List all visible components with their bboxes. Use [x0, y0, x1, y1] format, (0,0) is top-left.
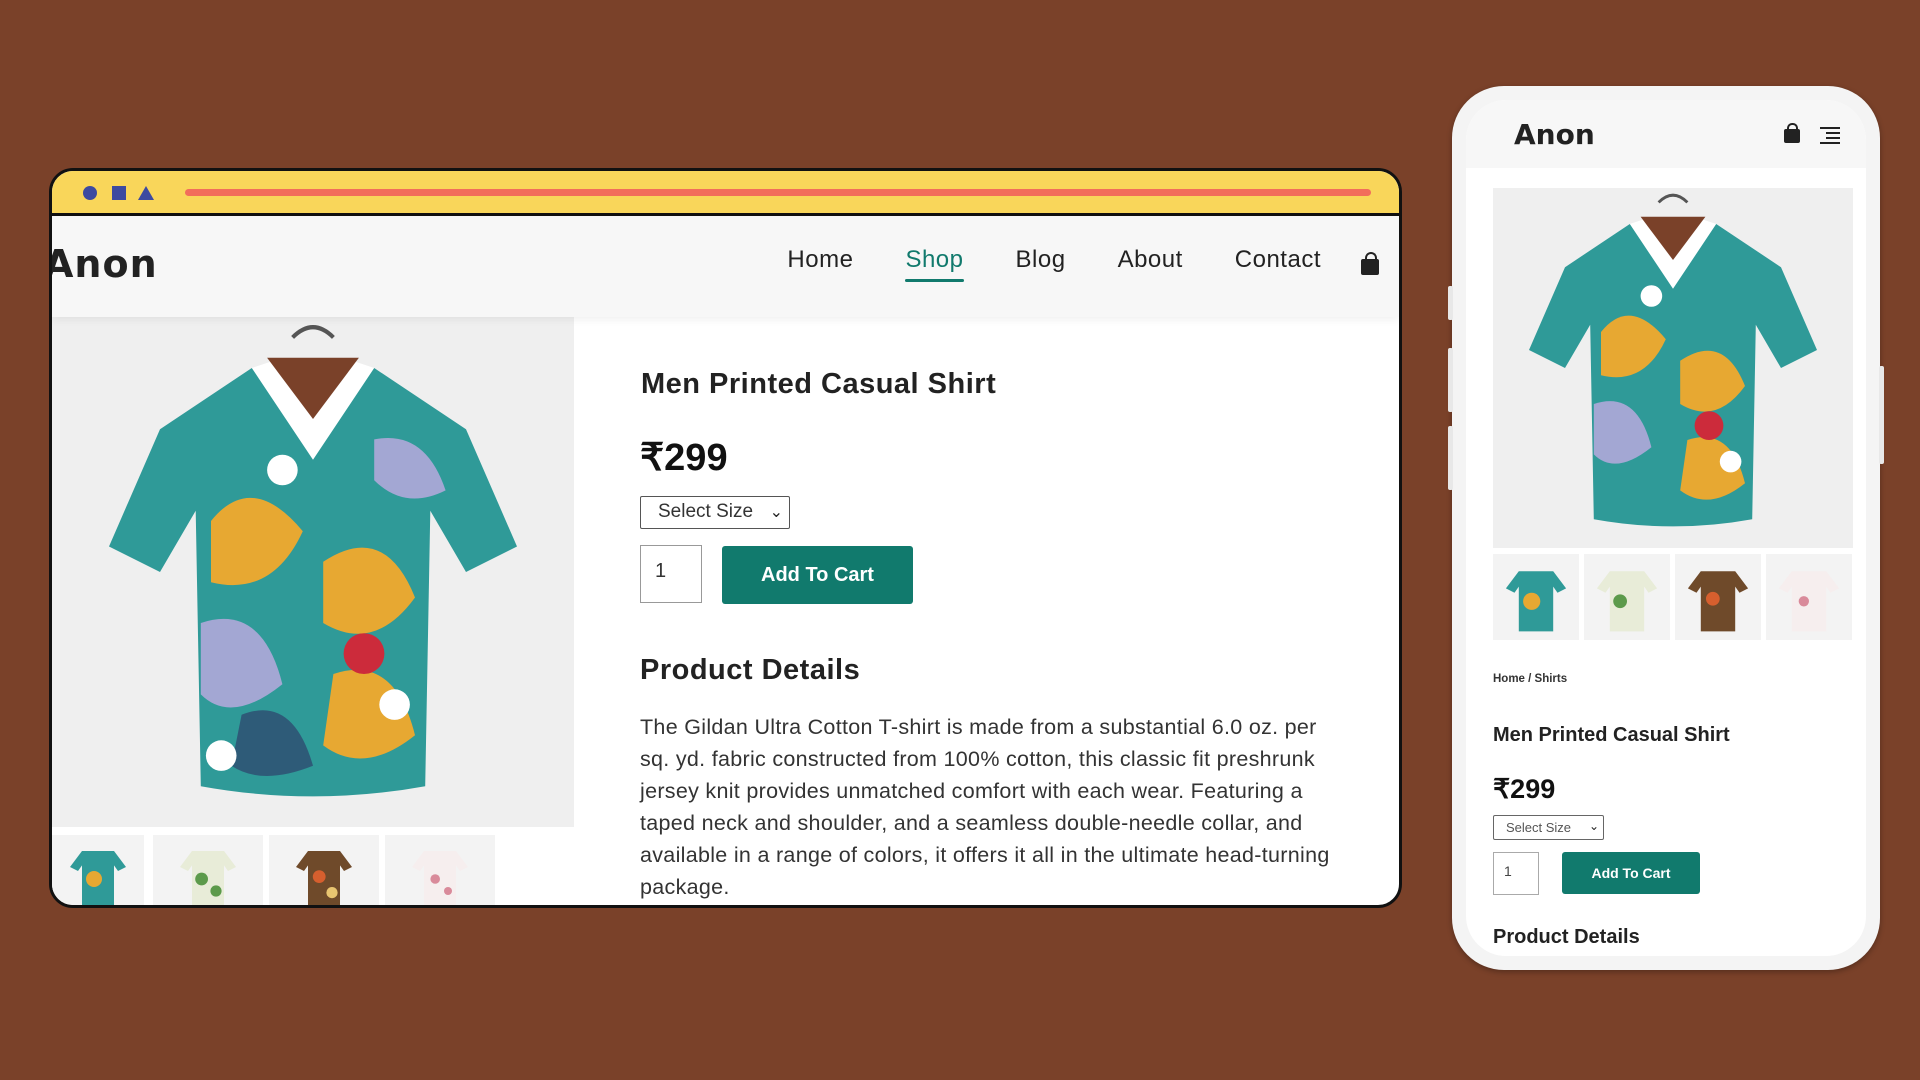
nav-shop[interactable]: Shop	[905, 246, 964, 282]
desktop-mockup: Anon Home Shop Blog About Contact Men Pr…	[49, 168, 1402, 908]
phone-side-button	[1879, 366, 1884, 464]
nav-contact[interactable]: Contact	[1235, 246, 1321, 280]
phone-screen: Anon Home / Shirts Men Printed Casual Sh…	[1466, 100, 1866, 956]
quantity-input[interactable]: 1	[1493, 852, 1539, 895]
product-title: Men Printed Casual Shirt	[641, 368, 997, 400]
cart-icon[interactable]	[1361, 252, 1379, 275]
phone-side-button	[1448, 426, 1453, 490]
circle-icon	[83, 186, 97, 200]
main-nav: Home Shop Blog About Contact	[787, 246, 1321, 282]
phone-side-button	[1448, 286, 1453, 320]
shirt-image	[1529, 193, 1817, 527]
thumbnail-strip	[52, 835, 576, 905]
product-price: ₹299	[640, 437, 728, 479]
brand-logo[interactable]: Anon	[1514, 118, 1595, 151]
square-icon	[112, 186, 126, 200]
size-select[interactable]: Select Size ⌄	[1493, 815, 1604, 840]
thumbnail-2[interactable]	[1584, 554, 1670, 640]
thumbnail-1[interactable]	[52, 835, 144, 905]
add-to-cart-button[interactable]: Add To Cart	[722, 546, 913, 604]
thumbnail-4[interactable]	[1766, 554, 1852, 640]
mobile-header: Anon	[1466, 100, 1866, 168]
product-details-heading: Product Details	[640, 654, 861, 686]
shirt-image	[109, 325, 517, 797]
address-bar	[185, 189, 1371, 196]
chevron-down-icon: ⌄	[769, 504, 783, 521]
product-details-heading: Product Details	[1493, 926, 1640, 948]
thumbnail-1[interactable]	[1493, 554, 1579, 640]
size-select-label: Select Size	[658, 501, 754, 522]
thumbnail-3[interactable]	[1675, 554, 1761, 640]
product-price: ₹299	[1493, 774, 1556, 804]
add-to-cart-button[interactable]: Add To Cart	[1562, 852, 1700, 894]
menu-icon[interactable]	[1820, 127, 1840, 145]
thumbnail-strip	[1493, 554, 1853, 640]
site-header: Anon Home Shop Blog About Contact	[52, 216, 1399, 317]
thumbnail-2[interactable]	[153, 835, 263, 905]
size-select[interactable]: Select Size ⌄	[640, 496, 790, 529]
nav-about[interactable]: About	[1118, 246, 1183, 280]
product-image	[52, 317, 574, 827]
quantity-input[interactable]: 1	[640, 545, 702, 603]
size-select-label: Select Size	[1506, 820, 1572, 835]
chevron-down-icon: ⌄	[1588, 819, 1599, 833]
nav-home[interactable]: Home	[787, 246, 853, 280]
mobile-mockup: Anon Home / Shirts Men Printed Casual Sh…	[1448, 86, 1884, 970]
product-image	[1493, 188, 1853, 548]
browser-toolbar	[52, 171, 1399, 216]
triangle-icon	[138, 186, 154, 200]
thumbnail-3[interactable]	[269, 835, 379, 905]
phone-side-button	[1448, 348, 1453, 412]
breadcrumb[interactable]: Home / Shirts	[1493, 673, 1567, 685]
thumbnail-4[interactable]	[385, 835, 495, 905]
product-title: Men Printed Casual Shirt	[1493, 724, 1730, 746]
product-description: The Gildan Ultra Cotton T-shirt is made …	[640, 715, 1330, 899]
brand-logo[interactable]: Anon	[52, 242, 158, 286]
cart-icon[interactable]	[1784, 123, 1800, 143]
nav-blog[interactable]: Blog	[1016, 246, 1066, 280]
